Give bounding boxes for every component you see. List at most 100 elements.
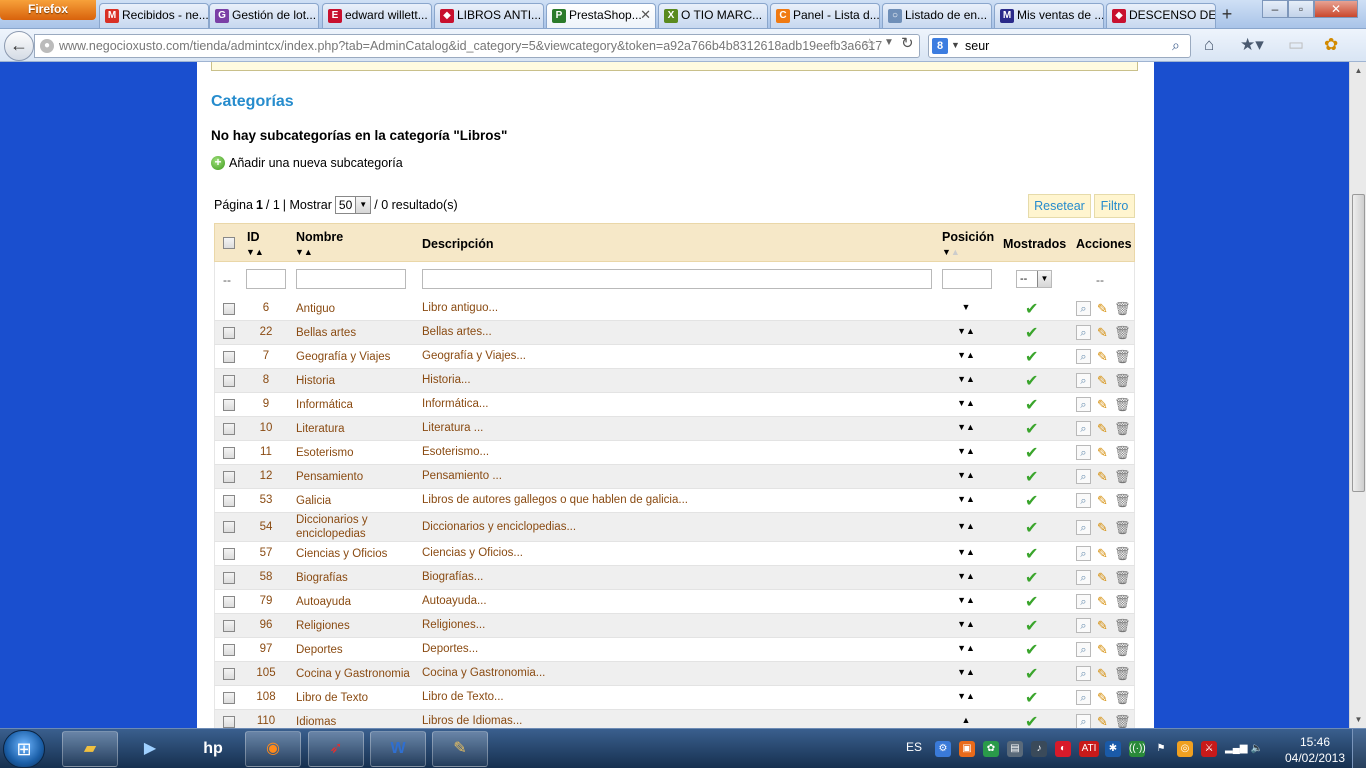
edit-icon[interactable]: ✎: [1095, 373, 1110, 388]
delete-icon[interactable]: 🗑: [1114, 642, 1131, 657]
edit-icon[interactable]: ✎: [1095, 642, 1110, 657]
row-id[interactable]: 79: [245, 595, 287, 607]
displayed-check-icon[interactable]: ✔: [1025, 518, 1038, 538]
blank-toolbar-icon[interactable]: ▭: [1288, 35, 1304, 55]
green-tray-icon[interactable]: ✿: [983, 741, 999, 757]
row-id[interactable]: 110: [245, 715, 287, 727]
row-checkbox[interactable]: [223, 495, 235, 507]
row-name[interactable]: Autoayuda: [296, 595, 414, 609]
row-id[interactable]: 97: [245, 643, 287, 655]
row-id[interactable]: 12: [245, 470, 287, 482]
edit-icon[interactable]: ✎: [1095, 421, 1110, 436]
table-row[interactable]: 105 Cocina y Gastronomia Cocina y Gastrono…: [214, 662, 1135, 686]
row-id[interactable]: 8: [245, 374, 287, 386]
scroll-up-icon[interactable]: ▲: [1350, 62, 1366, 79]
clock-time[interactable]: 15:46: [1290, 735, 1340, 749]
row-description[interactable]: Autoayuda...: [422, 595, 487, 607]
browser-tab[interactable]: P PrestaShop... ✕: [546, 3, 656, 28]
filter-button[interactable]: Filtro: [1094, 194, 1135, 218]
delete-icon[interactable]: 🗑: [1114, 666, 1131, 681]
row-checkbox[interactable]: [223, 596, 235, 608]
browser-tab[interactable]: M Recibidos - ne...: [99, 3, 209, 28]
row-description[interactable]: Religiones...: [422, 619, 485, 631]
row-checkbox[interactable]: [223, 692, 235, 704]
row-checkbox[interactable]: [223, 471, 235, 483]
delete-icon[interactable]: 🗑: [1114, 349, 1131, 364]
row-checkbox[interactable]: [223, 447, 235, 459]
view-icon[interactable]: ⌕: [1076, 373, 1091, 388]
view-icon[interactable]: ⌕: [1076, 349, 1091, 364]
wireless-icon[interactable]: ((·)): [1129, 741, 1146, 757]
position-arrows[interactable]: ▼▲: [942, 691, 990, 701]
view-icon[interactable]: ⌕: [1076, 421, 1091, 436]
displayed-check-icon[interactable]: ✔: [1025, 299, 1038, 319]
row-name[interactable]: Bellas artes: [296, 326, 414, 340]
delete-icon[interactable]: 🗑: [1114, 397, 1131, 412]
scroll-thumb[interactable]: [1352, 194, 1365, 492]
music-tray-icon[interactable]: ♪: [1031, 741, 1047, 757]
search-icon[interactable]: ⌕: [1172, 37, 1180, 54]
edit-icon[interactable]: ✎: [1095, 301, 1110, 316]
volume-icon[interactable]: 🔈: [1249, 741, 1265, 757]
browser-tab[interactable]: XO TIO MARC...: [658, 3, 768, 28]
view-icon[interactable]: ⌕: [1076, 618, 1091, 633]
position-arrows[interactable]: ▼▲: [942, 667, 990, 677]
displayed-check-icon[interactable]: ✔: [1025, 371, 1038, 391]
bluetooth-icon[interactable]: ✱: [1105, 741, 1121, 757]
displayed-check-icon[interactable]: ✔: [1025, 443, 1038, 463]
view-icon[interactable]: ⌕: [1076, 690, 1091, 705]
sort-name-arrows[interactable]: ▼▲: [295, 247, 313, 257]
orange-tray-icon[interactable]: ▣: [959, 741, 975, 757]
url-history-dropdown-icon[interactable]: ▼: [884, 37, 894, 48]
delete-icon[interactable]: 🗑: [1114, 570, 1131, 585]
table-row[interactable]: 22 Bellas artes Bellas artes... ▼▲ ✔ ⌕ ✎ 🗑: [214, 321, 1135, 345]
position-arrows[interactable]: ▼: [942, 302, 990, 312]
google-search-engine-icon[interactable]: 8: [932, 38, 948, 54]
row-id[interactable]: 10: [245, 422, 287, 434]
row-name[interactable]: Idiomas: [296, 715, 414, 728]
displayed-check-icon[interactable]: ✔: [1025, 395, 1038, 415]
row-id[interactable]: 96: [245, 619, 287, 631]
position-arrows[interactable]: ▼▲: [942, 494, 990, 504]
close-tab-icon[interactable]: ✕: [640, 4, 651, 26]
row-id[interactable]: 53: [245, 494, 287, 506]
filter-position-input[interactable]: [942, 269, 992, 289]
addon-icon[interactable]: ✿: [1324, 35, 1338, 55]
row-description[interactable]: Historia...: [422, 374, 471, 386]
edit-icon[interactable]: ✎: [1095, 325, 1110, 340]
results-per-page-select[interactable]: 50 ▼: [334, 196, 372, 214]
position-arrows[interactable]: ▼▲: [942, 446, 990, 456]
browser-tab[interactable]: ◆ LIBROS ANTI...: [434, 3, 544, 28]
table-row[interactable]: 58 Biografías Biografías... ▼▲ ✔ ⌕ ✎ 🗑: [214, 566, 1135, 590]
table-row[interactable]: 57 Ciencias y Oficios Ciencias y Oficios..…: [214, 542, 1135, 566]
row-description[interactable]: Cocina y Gastronomia...: [422, 667, 545, 679]
red-bird-app-icon[interactable]: ➶: [308, 731, 364, 767]
row-id[interactable]: 11: [245, 446, 287, 458]
view-icon[interactable]: ⌕: [1076, 445, 1091, 460]
reset-button[interactable]: Resetear: [1028, 194, 1091, 218]
displayed-check-icon[interactable]: ✔: [1025, 419, 1038, 439]
edit-icon[interactable]: ✎: [1095, 493, 1110, 508]
back-button[interactable]: ←: [4, 31, 34, 61]
maximize-button[interactable]: ▫: [1288, 0, 1314, 18]
windows-start-button[interactable]: ⊞: [3, 730, 45, 768]
row-checkbox[interactable]: [223, 548, 235, 560]
row-id[interactable]: 7: [245, 350, 287, 362]
table-row[interactable]: 53 Galicia Libros de autores gallegos o qu…: [214, 489, 1135, 513]
row-name[interactable]: Cocina y Gastronomia: [296, 667, 414, 681]
page-scrollbar[interactable]: ▲ ▼: [1349, 62, 1366, 728]
row-name[interactable]: Literatura: [296, 422, 414, 436]
row-id[interactable]: 105: [245, 667, 287, 679]
view-icon[interactable]: ⌕: [1076, 714, 1091, 728]
show-desktop-button[interactable]: [1352, 729, 1366, 768]
row-checkbox[interactable]: [223, 399, 235, 411]
displayed-check-icon[interactable]: ✔: [1025, 616, 1038, 636]
row-checkbox[interactable]: [223, 327, 235, 339]
filter-name-input[interactable]: [296, 269, 406, 289]
view-icon[interactable]: ⌕: [1076, 642, 1091, 657]
reload-icon[interactable]: ↻: [901, 34, 914, 52]
browser-tab[interactable]: M Mis ventas de ...: [994, 3, 1104, 28]
position-arrows[interactable]: ▼▲: [942, 521, 990, 531]
row-description[interactable]: Informática...: [422, 398, 488, 410]
view-icon[interactable]: ⌕: [1076, 493, 1091, 508]
